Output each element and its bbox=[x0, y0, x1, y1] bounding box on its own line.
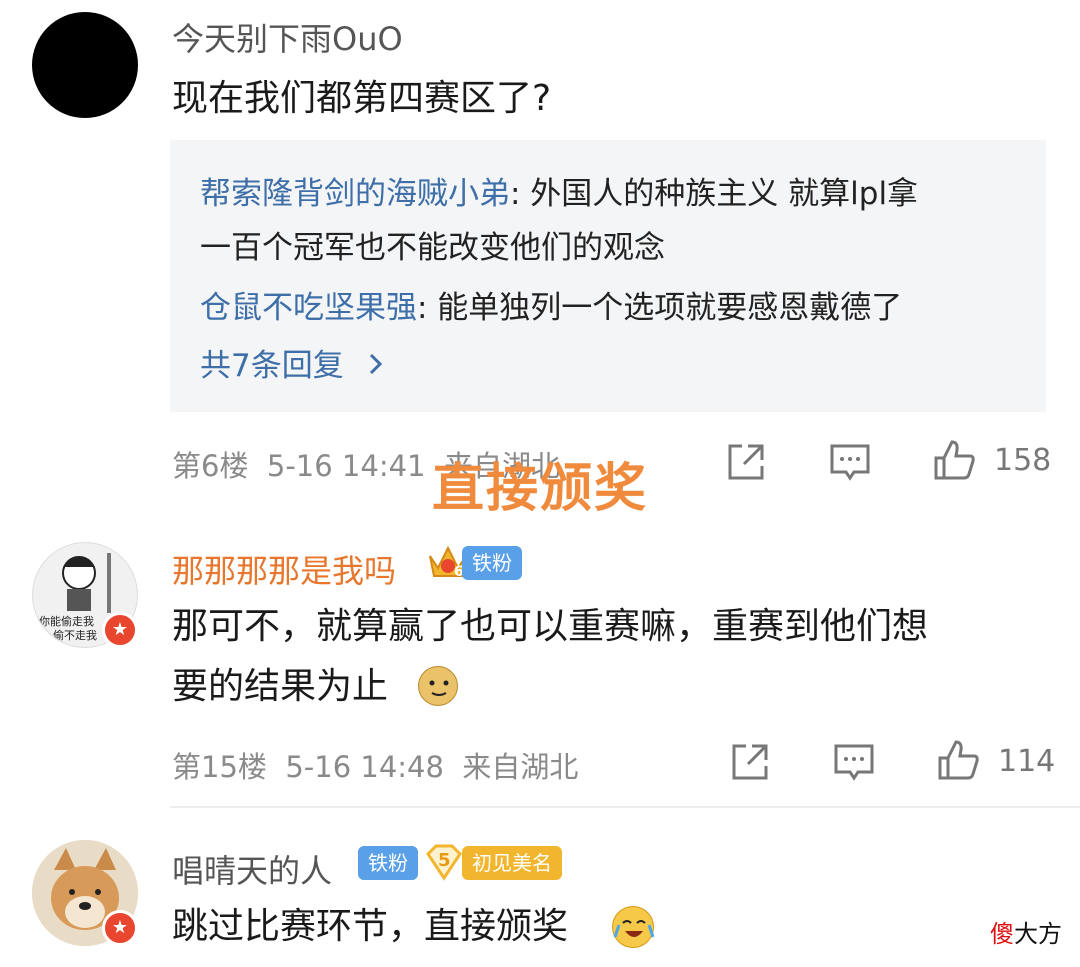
overlay-caption: 直接颁奖 bbox=[432, 459, 649, 519]
reply-item[interactable]: 仓鼠不吃坚果强: 能单独列一个选项就要感恩戴德了 bbox=[200, 282, 902, 327]
watermark-black: 大方 bbox=[1014, 920, 1062, 948]
share-icon[interactable] bbox=[724, 440, 768, 484]
doge-emoji-icon bbox=[418, 666, 458, 706]
divider bbox=[170, 806, 1080, 808]
like-icon[interactable] bbox=[932, 438, 976, 482]
timestamp: 5-16 14:41 bbox=[266, 449, 426, 483]
comment-text-line2: 要的结果为止 bbox=[172, 666, 389, 707]
comment-icon[interactable] bbox=[832, 740, 876, 784]
reply-text-continued: 一百个冠军也不能改变他们的观念 bbox=[200, 230, 665, 266]
avatar-caption: 偷不走我 bbox=[53, 629, 97, 642]
username[interactable]: 唱晴天的人 bbox=[172, 846, 332, 892]
comment-icon[interactable] bbox=[828, 440, 872, 484]
level-number: 5 bbox=[438, 850, 451, 871]
reply-username[interactable]: 仓鼠不吃坚果强 bbox=[200, 290, 417, 326]
reply-item[interactable]: 帮索隆背剑的海贼小弟: 外国人的种族主义 就算lpl拿 bbox=[200, 168, 918, 213]
username[interactable]: 那那那那是我吗 bbox=[172, 546, 396, 592]
comment-text: 跳过比赛环节，直接颁奖 bbox=[172, 906, 569, 947]
comment-meta: 第15楼 5-16 14:48 来自湖北 bbox=[172, 744, 578, 786]
like-count: 158 bbox=[994, 443, 1052, 478]
comment-text: 那可不，就算赢了也可以重赛嘛，重赛到他们想 bbox=[172, 606, 929, 647]
comment-text: 要的结果为止 bbox=[172, 658, 388, 716]
reply-preview-box[interactable]: 帮索隆背剑的海贼小弟: 外国人的种族主义 就算lpl拿 一百个冠军也不能改变他们… bbox=[170, 140, 1046, 412]
fan-badge[interactable]: 铁粉 bbox=[358, 846, 418, 880]
username[interactable]: 今天别下雨OuO bbox=[172, 14, 403, 60]
location: 来自湖北 bbox=[462, 750, 579, 784]
watermark: 傻大方 bbox=[990, 914, 1062, 949]
floor-number: 第6楼 bbox=[172, 449, 249, 483]
like-count: 114 bbox=[998, 744, 1056, 779]
crying-laughing-emoji-icon bbox=[612, 906, 655, 948]
reply-username[interactable]: 帮索隆背剑的海贼小弟 bbox=[200, 176, 510, 212]
level-title: 初见美名 bbox=[462, 846, 562, 880]
verified-star-icon: ★ bbox=[102, 612, 138, 648]
fan-badge[interactable]: 铁粉 bbox=[462, 546, 522, 580]
floor-number: 第15楼 bbox=[172, 750, 267, 784]
view-all-replies-link[interactable]: 共7条回复 bbox=[200, 340, 384, 385]
diamond-level-icon: 5 bbox=[424, 844, 464, 882]
reply-count-label: 共7条回复 bbox=[200, 348, 344, 384]
timestamp: 5-16 14:48 bbox=[285, 750, 444, 784]
watermark-red: 傻 bbox=[990, 920, 1014, 948]
reply-text: : 外国人的种族主义 就算lpl拿 bbox=[510, 176, 919, 212]
like-icon[interactable] bbox=[936, 738, 980, 782]
share-icon[interactable] bbox=[728, 740, 772, 784]
comment-text: 现在我们都第四赛区了? bbox=[172, 78, 552, 119]
verified-star-icon: ★ bbox=[102, 910, 138, 946]
reply-text: : 能单独列一个选项就要感恩戴德了 bbox=[417, 290, 903, 326]
user-avatar[interactable] bbox=[32, 12, 138, 118]
chevron-right-icon bbox=[368, 348, 384, 384]
